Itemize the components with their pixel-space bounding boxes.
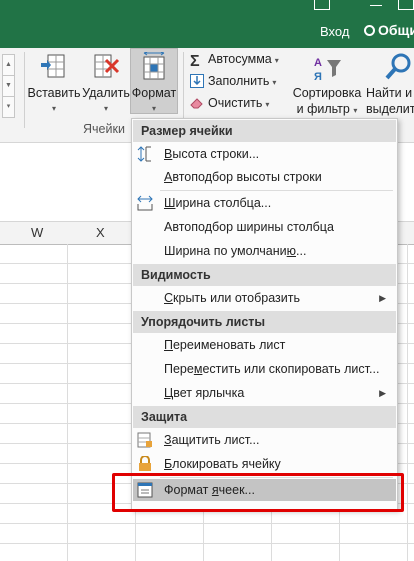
- sigma-icon: Σ: [190, 53, 200, 70]
- menu-item-default-width[interactable]: Ширина по умолчанию...: [133, 240, 396, 262]
- svg-text:А: А: [314, 57, 322, 69]
- autofit-row-label: Автоподбор высоты строки: [164, 170, 322, 184]
- chevron-down-icon: ▾: [151, 104, 156, 113]
- row-height-icon: [137, 146, 151, 162]
- svg-text:Я: Я: [314, 71, 322, 83]
- sign-in-link[interactable]: Вход: [320, 24, 349, 39]
- sort-label-line1: Сортировка: [292, 86, 362, 100]
- find-label-line2: выделить: [366, 102, 414, 116]
- chevron-down-icon: ▾: [272, 78, 277, 87]
- menu-item-lock-cell[interactable]: Блокировать ячейку: [133, 453, 396, 475]
- autosum-label: Автосумма: [208, 52, 272, 66]
- section-protection: Защита: [133, 406, 396, 428]
- chevron-down-icon: ▾: [265, 100, 270, 109]
- insert-label: Вставить: [27, 86, 81, 100]
- column-width-icon: [137, 195, 153, 211]
- column-width-label: Ширина столбца...: [164, 196, 272, 210]
- share-button[interactable]: Общий: [364, 22, 414, 38]
- chevron-down-icon: ▾: [274, 56, 279, 65]
- sort-label-line2: и фильтр ▾: [296, 102, 358, 116]
- fill-button[interactable]: Заполнить ▾: [190, 74, 276, 94]
- find-label-line1: Найти и: [366, 86, 413, 100]
- delete-button[interactable]: Удалить ▾: [82, 48, 130, 132]
- column-header-x[interactable]: X: [96, 225, 105, 240]
- autofit-column-label: Автоподбор ширины столбца: [164, 220, 334, 234]
- ribbon-scroll-control[interactable]: ▲ ▼ ▾: [2, 54, 15, 118]
- menu-item-move-copy-sheet[interactable]: Переместить или скопировать лист...: [133, 358, 396, 380]
- protect-sheet-label: Защитить лист...: [164, 433, 260, 447]
- format-cells-icon: [143, 52, 165, 80]
- menu-item-hide-unhide[interactable]: Скрыть или отобразить ▶: [133, 287, 396, 309]
- menu-item-protect-sheet[interactable]: Защитить лист...: [133, 429, 396, 451]
- ribbon-separator: [24, 52, 25, 128]
- format-label: Формат: [131, 86, 177, 100]
- rename-sheet-label: Переименовать лист: [164, 338, 286, 352]
- menu-item-row-height[interactable]: Высота строки...: [133, 143, 396, 165]
- minimize-icon[interactable]: [368, 0, 384, 10]
- protect-sheet-icon: [137, 432, 152, 448]
- lock-icon: [139, 456, 151, 471]
- autosum-button[interactable]: Σ Автосумма ▾: [190, 52, 279, 72]
- insert-button[interactable]: Вставить ▾: [26, 48, 82, 132]
- insert-cells-icon: [41, 54, 65, 78]
- menu-item-column-width[interactable]: Ширина столбца...: [133, 192, 396, 214]
- menu-item-autofit-row-height[interactable]: Автоподбор высоты строки: [133, 166, 396, 188]
- section-cell-size: Размер ячейки: [133, 120, 396, 142]
- highlight-box: [112, 473, 404, 512]
- cells-group-label: Ячейки: [83, 122, 125, 136]
- menu-divider: [160, 190, 393, 191]
- format-dropdown-menu: Размер ячейки Высота строки... Автоподбо…: [131, 118, 398, 510]
- row-height-label: Высота строки...: [164, 147, 260, 161]
- person-icon: [364, 25, 375, 36]
- menu-item-rename-sheet[interactable]: Переименовать лист: [133, 334, 396, 356]
- column-header-w[interactable]: W: [31, 225, 43, 240]
- chevron-down-icon: ▾: [51, 104, 56, 113]
- fill-down-icon: [190, 74, 204, 88]
- chevron-down-icon: ▾: [103, 104, 108, 113]
- clear-button[interactable]: Очистить ▾: [190, 96, 269, 116]
- share-label: Общий: [378, 22, 414, 38]
- delete-label: Удалить: [82, 86, 130, 100]
- move-copy-label: Переместить или скопировать лист...: [164, 362, 380, 376]
- menu-item-autofit-column-width[interactable]: Автоподбор ширины столбца: [133, 216, 396, 238]
- search-icon: [385, 53, 411, 80]
- sort-filter-icon: А Я: [314, 57, 341, 83]
- hide-unhide-label: Скрыть или отобразить: [164, 291, 300, 305]
- delete-cells-icon: [94, 54, 120, 78]
- menu-item-tab-color[interactable]: Цвет ярлычка ▶: [133, 382, 396, 404]
- lock-cell-label: Блокировать ячейку: [164, 457, 281, 471]
- fill-label: Заполнить: [208, 74, 270, 88]
- restore-icon[interactable]: [398, 0, 414, 10]
- default-width-label: Ширина по умолчанию...: [164, 244, 307, 258]
- section-visibility: Видимость: [133, 264, 396, 286]
- title-bar: Вход Общий: [0, 0, 414, 48]
- clear-label: Очистить: [208, 96, 263, 110]
- eraser-icon: [190, 98, 203, 109]
- ribbon-separator: [183, 52, 184, 128]
- tab-color-label: Цвет ярлычка: [164, 386, 245, 400]
- ribbon-display-options-icon[interactable]: [314, 0, 330, 10]
- section-arrange-sheets: Упорядочить листы: [133, 311, 396, 333]
- submenu-arrow-icon: ▶: [379, 293, 386, 303]
- submenu-arrow-icon: ▶: [379, 388, 386, 398]
